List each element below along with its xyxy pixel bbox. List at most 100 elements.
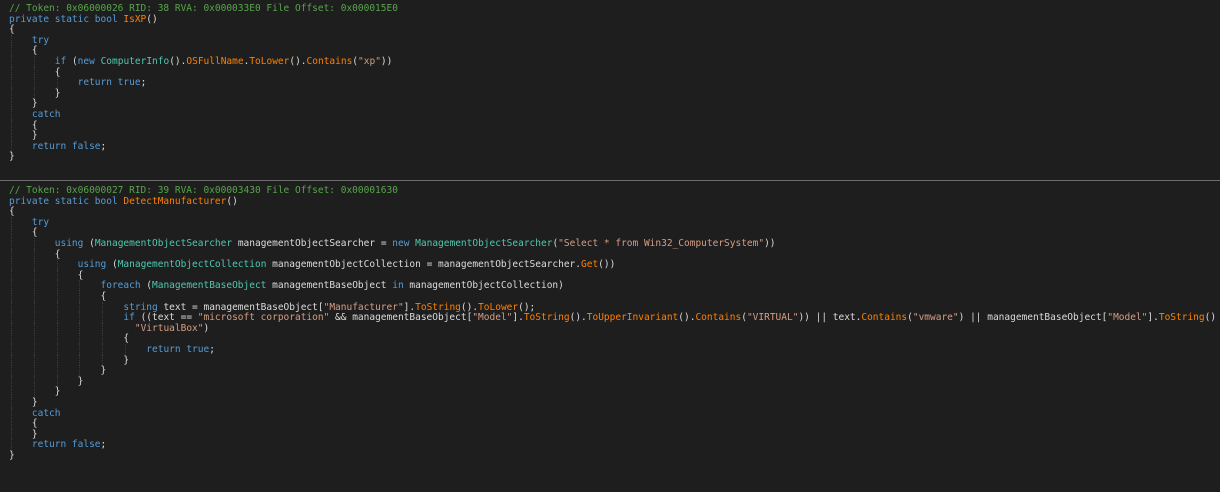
code-token: ;	[140, 77, 147, 89]
indent-guide	[56, 280, 58, 291]
indent-guide	[102, 312, 104, 323]
indent-guide	[11, 130, 12, 141]
indent-guide	[79, 322, 81, 334]
code-token: return false	[31, 439, 101, 451]
indent-guide	[11, 227, 12, 238]
code-line: }	[9, 355, 129, 366]
code-line: }	[9, 397, 38, 408]
code-line: {	[9, 24, 15, 35]
code-token: ().	[569, 312, 587, 324]
code-token: (	[66, 56, 78, 67]
code-token: new	[77, 56, 101, 67]
code-line: return true;	[9, 77, 147, 89]
code-pane-detectmanufacturer[interactable]: // Token: 0x06000027 RID: 39 RVA: 0x0000…	[0, 181, 1220, 492]
indent-guide	[56, 354, 58, 366]
code-token: {	[9, 119, 38, 131]
indent-guide	[11, 98, 12, 109]
code-line: catch	[9, 109, 61, 120]
indent-guide	[79, 301, 81, 313]
code-token: ;	[100, 140, 107, 152]
code-token: ].	[1147, 312, 1159, 324]
indent-guide	[33, 238, 35, 249]
indent-guide	[33, 365, 35, 376]
code-token: }	[9, 98, 38, 110]
code-token: "vmware"	[912, 312, 959, 324]
code-token: try	[31, 216, 50, 228]
indent-guide	[56, 269, 58, 281]
code-line: }	[9, 429, 38, 440]
code-token: ().	[460, 301, 479, 313]
code-token: (	[140, 280, 153, 292]
indent-guide	[33, 301, 35, 313]
code-token: new	[392, 238, 416, 249]
code-token: ()	[226, 195, 238, 207]
code-token: }	[9, 365, 107, 377]
code-token: ()	[146, 13, 158, 25]
code-token: Contains	[695, 312, 742, 324]
code-token: IsXP	[123, 13, 147, 25]
indent-guide	[11, 280, 12, 291]
code-token: managementBaseObject	[266, 280, 393, 292]
code-token: try	[31, 34, 50, 46]
indent-guide	[56, 301, 58, 313]
code-token: managementObjectSearcher =	[232, 238, 393, 249]
code-token: // Token: 0x06000026 RID: 38 RVA: 0x0000…	[9, 3, 398, 14]
indent-guide	[11, 140, 12, 152]
indent-guide	[33, 344, 35, 355]
indent-guide	[56, 365, 58, 376]
code-token: if	[123, 312, 135, 324]
code-token: {	[9, 227, 38, 239]
indent-guide	[11, 344, 12, 355]
code-token: "Model"	[1107, 312, 1148, 324]
indent-guide	[33, 312, 35, 323]
indent-guide	[33, 291, 35, 302]
code-token: Contains	[306, 56, 353, 67]
indent-guide	[102, 344, 104, 355]
code-pane-isxp[interactable]: // Token: 0x06000026 RID: 38 RVA: 0x0000…	[0, 0, 1220, 180]
code-token: Contains	[861, 312, 908, 324]
indent-guide	[56, 333, 58, 344]
indent-guide	[11, 312, 12, 323]
indent-guide	[102, 333, 104, 344]
code-line: string text = managementBaseObject["Manu…	[9, 302, 535, 313]
code-line: if (new ComputerInfo().OSFullName.ToLowe…	[9, 56, 393, 67]
code-line: {	[9, 45, 38, 56]
code-token: if	[54, 56, 67, 67]
code-line: {	[9, 227, 38, 238]
code-token: {	[9, 24, 15, 36]
code-token: managementObjectCollection)	[403, 280, 564, 292]
indent-guide	[11, 407, 12, 419]
code-token: private static bool	[9, 195, 124, 207]
code-token: }	[9, 428, 38, 440]
indent-guide	[79, 333, 81, 344]
indent-guide	[11, 87, 12, 99]
code-token: {	[9, 291, 107, 302]
code-token: }	[9, 375, 84, 387]
code-line: }	[9, 365, 107, 377]
code-token: ();	[518, 301, 536, 313]
code-token: ().	[169, 56, 187, 67]
code-line: try	[9, 217, 49, 228]
indent-guide	[11, 119, 12, 131]
code-token: () ==	[1204, 312, 1217, 324]
code-token: ].	[403, 301, 416, 313]
code-line: using (ManagementObjectSearcher manageme…	[9, 238, 776, 249]
code-line: // Token: 0x06000026 RID: 38 RVA: 0x0000…	[9, 3, 398, 14]
code-token: )	[203, 322, 210, 334]
indent-guide	[56, 259, 58, 270]
indent-guide	[56, 375, 58, 387]
indent-guide	[33, 66, 35, 78]
code-line: }	[9, 450, 15, 461]
code-token: "VIRTUAL"	[746, 312, 799, 324]
indent-guide	[11, 375, 12, 387]
indent-guide	[79, 365, 81, 376]
code-token: {	[9, 418, 38, 430]
indent-guide	[33, 386, 35, 397]
indent-guide	[56, 291, 58, 302]
